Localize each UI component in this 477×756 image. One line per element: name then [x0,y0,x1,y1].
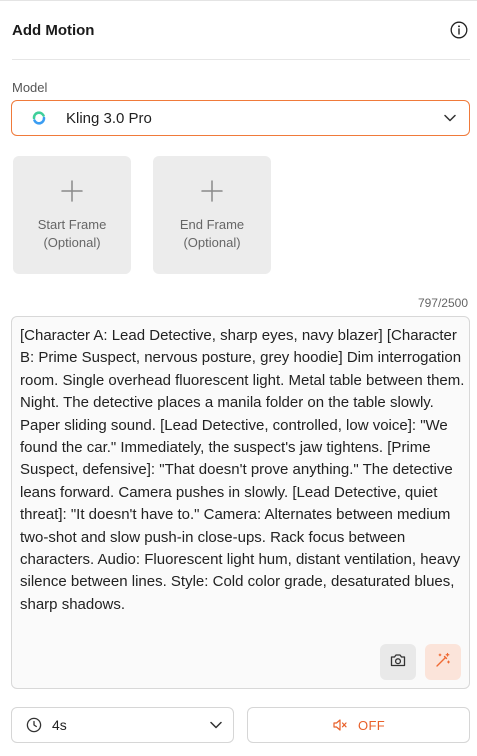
chevron-down-icon [443,111,457,125]
camera-icon [390,653,406,672]
prompt-textarea[interactable]: [Character A: Lead Detective, sharp eyes… [11,316,470,689]
model-label: Model [12,80,48,95]
panel-header: Add Motion [12,18,470,42]
clock-icon [26,717,42,733]
header-divider [12,59,470,60]
model-selected-value: Kling 3.0 Pro [66,109,152,127]
end-frame-label: End Frame (Optional) [180,216,244,252]
plus-icon [59,178,85,204]
duration-value: 4s [52,717,67,733]
camera-button[interactable] [380,644,416,680]
model-select[interactable]: Kling 3.0 Pro [11,100,470,136]
start-frame-label-line2: (Optional) [43,235,101,250]
prompt-char-counter: 797/2500 [417,296,468,310]
kling-logo-icon [30,109,48,127]
end-frame-label-line1: End Frame [179,217,245,232]
speaker-mute-icon [332,717,348,733]
top-border [0,0,477,1]
chevron-down-icon [209,718,223,732]
info-icon[interactable] [448,19,470,41]
panel-title: Add Motion [12,21,95,39]
audio-toggle-button[interactable]: OFF [247,707,470,743]
magic-wand-icon [435,652,451,673]
audio-toggle-label: OFF [358,717,385,733]
start-frame-label-line1: Start Frame [37,217,107,232]
plus-icon [199,178,225,204]
start-frame-label: Start Frame (Optional) [38,216,107,252]
magic-enhance-button[interactable] [425,644,461,680]
end-frame-upload[interactable]: End Frame (Optional) [153,156,271,274]
duration-select[interactable]: 4s [11,707,234,743]
end-frame-label-line2: (Optional) [183,235,241,250]
start-frame-upload[interactable]: Start Frame (Optional) [13,156,131,274]
prompt-text[interactable]: [Character A: Lead Detective, sharp eyes… [20,325,466,616]
